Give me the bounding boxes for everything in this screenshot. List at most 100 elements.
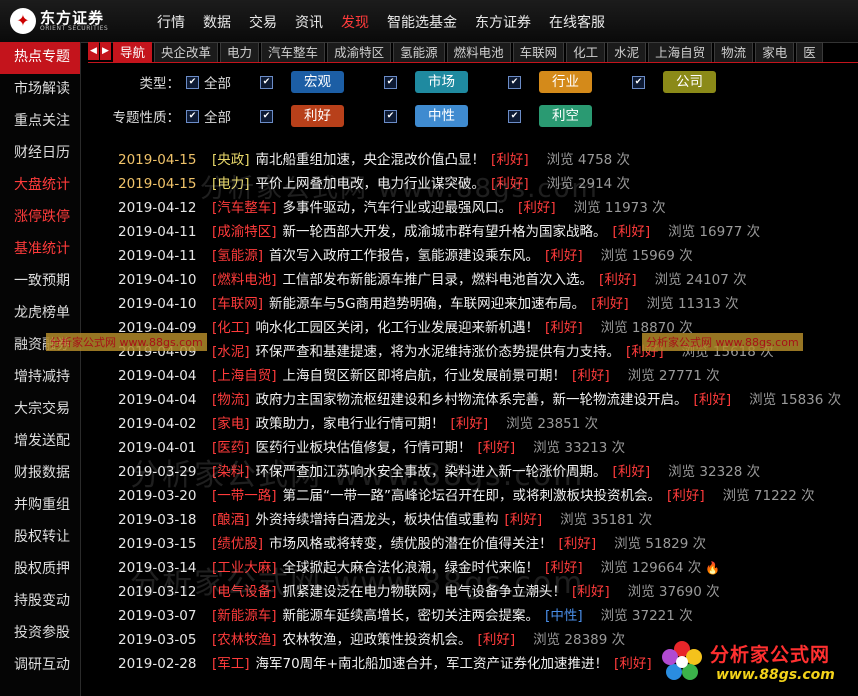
- type-company-toggle[interactable]: ✔ 公司: [632, 71, 716, 93]
- news-row[interactable]: 2019-03-12 [电气设备] 抓紧建设泛在电力物联网，电气设备争立潮头！ [利好…: [118, 580, 858, 604]
- type-industry-button[interactable]: 行业: [539, 71, 592, 93]
- news-title[interactable]: 新能源车延续高增长，密切关注两会提案。: [283, 608, 540, 624]
- news-category[interactable]: [电力]: [212, 176, 250, 192]
- news-row[interactable]: 2019-03-18 [酿酒] 外资持续增持白酒龙头，板块估值或重构 [利好] 浏览 3…: [118, 508, 858, 532]
- type-macro-toggle[interactable]: ✔ 宏观: [260, 71, 344, 93]
- news-category[interactable]: [物流]: [212, 392, 250, 408]
- news-category[interactable]: [车联网]: [212, 296, 263, 312]
- topic-tab[interactable]: 物流: [714, 42, 754, 62]
- news-category[interactable]: [央政]: [212, 152, 250, 168]
- news-title[interactable]: 环保严查加江苏响水安全事故，染料进入新一轮涨价周期。: [256, 464, 607, 480]
- nav-item[interactable]: 发现: [332, 0, 378, 42]
- news-category[interactable]: [汽车整车]: [212, 200, 277, 216]
- topic-tab[interactable]: 水泥: [607, 42, 647, 62]
- news-title[interactable]: 海军70周年+南北船加速合并，军工资产证券化加速推进！: [256, 656, 609, 672]
- news-title[interactable]: 市场风格或将转变，绩优股的潜在价值得关注！: [269, 536, 553, 552]
- news-title[interactable]: 平价上网叠加电改，电力行业谋突破。: [256, 176, 486, 192]
- news-category[interactable]: [工业大麻]: [212, 560, 277, 576]
- sidebar-item[interactable]: 大盘统计: [0, 170, 80, 202]
- type-macro-button[interactable]: 宏观: [291, 71, 344, 93]
- sidebar-item[interactable]: 调研互动: [0, 650, 80, 682]
- nav-item[interactable]: 行情: [148, 0, 194, 42]
- sidebar-item[interactable]: 财报数据: [0, 458, 80, 490]
- topic-tab[interactable]: 上海自贸: [648, 42, 713, 62]
- news-title[interactable]: 南北船重组加速，央企混改价值凸显！: [256, 152, 486, 168]
- topic-tab[interactable]: 家电: [755, 42, 795, 62]
- sidebar-item[interactable]: 股权质押: [0, 554, 80, 586]
- news-row[interactable]: 2019-04-04 [上海自贸] 上海自贸区新区即将启航，行业发展前景可期！ [利好…: [118, 364, 858, 388]
- news-title[interactable]: 农林牧渔，迎政策性投资机会。: [283, 632, 472, 648]
- type-industry-toggle[interactable]: ✔ 行业: [508, 71, 592, 93]
- news-category[interactable]: [医药]: [212, 440, 250, 456]
- news-row[interactable]: 2019-04-04 [物流] 政府力主国家物流枢纽建设和乡村物流体系完善，新一轮物…: [118, 388, 858, 412]
- nature-good-toggle[interactable]: ✔ 利好: [260, 105, 344, 127]
- nature-bad-toggle[interactable]: ✔ 利空: [508, 105, 592, 127]
- nature-neutral-toggle[interactable]: ✔ 中性: [384, 105, 468, 127]
- nav-item[interactable]: 智能选基金: [378, 0, 466, 42]
- nature-good-button[interactable]: 利好: [291, 105, 344, 127]
- news-row[interactable]: 2019-04-10 [车联网] 新能源车与5G商用趋势明确，车联网迎来加速布局。 […: [118, 292, 858, 316]
- news-title[interactable]: 环保严查和基建提速，将为水泥维持涨价态势提供有力支持。: [256, 344, 621, 360]
- news-row[interactable]: 2019-04-10 [燃料电池] 工信部发布新能源车推广目录，燃料电池首次入选。 […: [118, 268, 858, 292]
- topic-tab[interactable]: 央企改革: [154, 42, 219, 62]
- sidebar-item[interactable]: 股权转让: [0, 522, 80, 554]
- nature-neutral-button[interactable]: 中性: [415, 105, 468, 127]
- news-row[interactable]: 2019-04-09 [水泥] 环保严查和基建提速，将为水泥维持涨价态势提供有力支持…: [118, 340, 858, 364]
- topic-tab[interactable]: 化工: [566, 42, 606, 62]
- sidebar-item[interactable]: 大宗交易: [0, 394, 80, 426]
- sidebar-item[interactable]: 基准统计: [0, 234, 80, 266]
- topic-tab[interactable]: 成渝特区: [327, 42, 392, 62]
- news-row[interactable]: 2019-03-20 [一带一路] 第二届“一带一路”高峰论坛召开在即，或将刺激板块…: [118, 484, 858, 508]
- topic-tab[interactable]: 氢能源: [393, 42, 445, 62]
- type-market-toggle[interactable]: ✔ 市场: [384, 71, 468, 93]
- news-category[interactable]: [电气设备]: [212, 584, 277, 600]
- news-category[interactable]: [一带一路]: [212, 488, 277, 504]
- sidebar-item[interactable]: 增持减持: [0, 362, 80, 394]
- news-title[interactable]: 第二届“一带一路”高峰论坛召开在即，或将刺激板块投资机会。: [283, 488, 662, 504]
- news-row[interactable]: 2019-04-01 [医药] 医药行业板块估值修复，行情可期！ [利好] 浏览 332…: [118, 436, 858, 460]
- news-title[interactable]: 政府力主国家物流枢纽建设和乡村物流体系完善，新一轮物流建设开启。: [256, 392, 688, 408]
- sidebar-item[interactable]: 一致预期: [0, 266, 80, 298]
- news-category[interactable]: [染料]: [212, 464, 250, 480]
- news-row[interactable]: 2019-03-29 [染料] 环保严查加江苏响水安全事故，染料进入新一轮涨价周期。…: [118, 460, 858, 484]
- news-title[interactable]: 多事件驱动，汽车行业或迎最强风口。: [283, 200, 513, 216]
- news-title[interactable]: 工信部发布新能源车推广目录，燃料电池首次入选。: [283, 272, 594, 288]
- topic-tab[interactable]: 医: [796, 42, 823, 62]
- topic-tab[interactable]: 燃料电池: [446, 42, 511, 62]
- scroll-left-icon[interactable]: ◀: [88, 42, 99, 60]
- sidebar-item[interactable]: 持股变动: [0, 586, 80, 618]
- sidebar-item[interactable]: 龙虎榜单: [0, 298, 80, 330]
- news-title[interactable]: 响水化工园区关闭，化工行业发展迎来新机遇！: [256, 320, 540, 336]
- news-category[interactable]: [酿酒]: [212, 512, 250, 528]
- news-title[interactable]: 新一轮西部大开发，成渝城市群有望升格为国家战略。: [283, 224, 607, 240]
- news-row[interactable]: 2019-04-15 [央政] 南北船重组加速，央企混改价值凸显！ [利好] 浏览 47…: [118, 148, 858, 172]
- news-category[interactable]: [军工]: [212, 656, 250, 672]
- news-row[interactable]: 2019-03-07 [新能源车] 新能源车延续高增长，密切关注两会提案。 [中性] 浏…: [118, 604, 858, 628]
- topic-tab[interactable]: 汽车整车: [261, 42, 326, 62]
- type-all-checkbox[interactable]: ✔ 全部: [186, 72, 260, 92]
- nav-item[interactable]: 资讯: [286, 0, 332, 42]
- news-title[interactable]: 政策助力，家电行业行情可期！: [256, 416, 445, 432]
- nav-item[interactable]: 在线客服: [540, 0, 614, 42]
- scroll-right-icon[interactable]: ▶: [100, 42, 111, 60]
- news-category[interactable]: [农林牧渔]: [212, 632, 277, 648]
- type-market-button[interactable]: 市场: [415, 71, 468, 93]
- nav-item[interactable]: 交易: [240, 0, 286, 42]
- nature-bad-button[interactable]: 利空: [539, 105, 592, 127]
- news-title[interactable]: 首次写入政府工作报告，氢能源建设乘东风。: [269, 248, 539, 264]
- news-title[interactable]: 抓紧建设泛在电力物联网，电气设备争立潮头！: [283, 584, 567, 600]
- news-category[interactable]: [化工]: [212, 320, 250, 336]
- news-title[interactable]: 上海自贸区新区即将启航，行业发展前景可期！: [283, 368, 567, 384]
- sidebar-item[interactable]: 投资参股: [0, 618, 80, 650]
- nav-item[interactable]: 数据: [194, 0, 240, 42]
- news-category[interactable]: [上海自贸]: [212, 368, 277, 384]
- sidebar-item[interactable]: 融资融券: [0, 330, 80, 362]
- sidebar-item[interactable]: 重点关注: [0, 106, 80, 138]
- news-row[interactable]: 2019-04-12 [汽车整车] 多事件驱动，汽车行业或迎最强风口。 [利好] 浏览 …: [118, 196, 858, 220]
- news-title[interactable]: 外资持续增持白酒龙头，板块估值或重构: [256, 512, 499, 528]
- news-category[interactable]: [水泥]: [212, 344, 250, 360]
- nav-item[interactable]: 东方证券: [466, 0, 540, 42]
- news-title[interactable]: 医药行业板块估值修复，行情可期！: [256, 440, 472, 456]
- sidebar-item[interactable]: 并购重组: [0, 490, 80, 522]
- news-title[interactable]: 新能源车与5G商用趋势明确，车联网迎来加速布局。: [269, 296, 585, 312]
